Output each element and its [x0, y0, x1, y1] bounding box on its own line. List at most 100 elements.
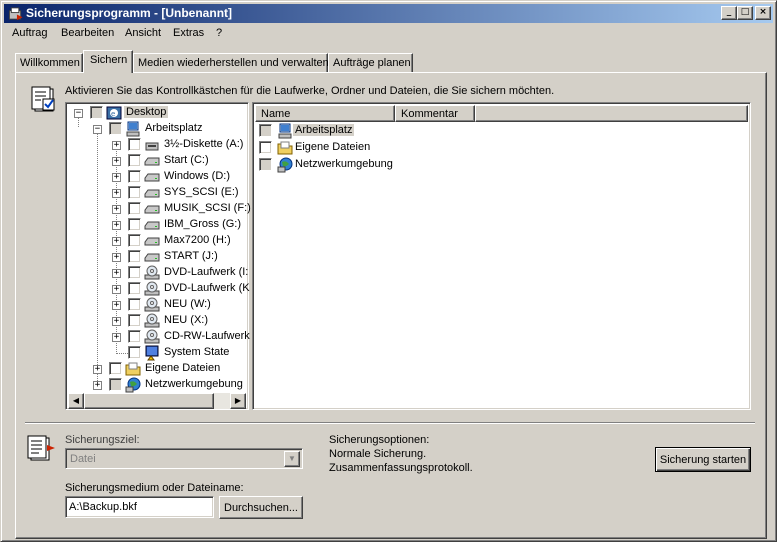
cd-icon	[144, 329, 160, 344]
expand-toggle[interactable]: +	[112, 205, 121, 214]
tree-item-label: DVD-Laufwerk (I:	[164, 266, 249, 278]
section-divider	[25, 422, 755, 424]
expand-toggle[interactable]: +	[112, 301, 121, 310]
tree-item-drive[interactable]: + NEU (W:)	[66, 297, 246, 313]
chevron-down-icon[interactable]: ▼	[284, 451, 300, 467]
tree-item-drive[interactable]: + SYS_SCSI (E:)	[66, 185, 246, 201]
media-filename-input[interactable]: A:\Backup.bkf	[65, 496, 214, 518]
tree-item-drive[interactable]: + NEU (X:)	[66, 313, 246, 329]
tree-item-label: DVD-Laufwerk (K	[164, 282, 250, 294]
tree-checkbox[interactable]	[128, 138, 141, 151]
collapse-toggle[interactable]: −	[74, 109, 83, 118]
expand-toggle[interactable]: +	[112, 285, 121, 294]
menu-bearbeiten[interactable]: Bearbeiten	[61, 27, 114, 39]
tree-item-drive[interactable]: + Start (C:)	[66, 153, 246, 169]
target-select[interactable]: Datei ▼	[65, 448, 303, 469]
menu-auftrag[interactable]: Auftrag	[12, 27, 47, 39]
tree-item-drive[interactable]: +3½-Diskette (A:)	[66, 137, 246, 153]
tree-checkbox[interactable]	[128, 154, 141, 167]
tree-checkbox[interactable]	[128, 218, 141, 231]
tab-medien-wiederherstellen[interactable]: Medien wiederherstellen und verwalten	[133, 53, 329, 73]
tree-checkbox[interactable]	[128, 346, 141, 359]
backup-window: Sicherungsprogramm - [Unbenannt] _ □ × A…	[0, 0, 777, 542]
tree-item-drive[interactable]: + CD-RW-Laufwerk	[66, 329, 250, 345]
tab-sichern[interactable]: Sichern	[83, 50, 133, 73]
tree-item-drive[interactable]: + START (J:)	[66, 249, 246, 265]
cd-icon	[144, 281, 160, 296]
expand-toggle[interactable]: +	[112, 157, 121, 166]
tree-checkbox[interactable]	[128, 170, 141, 183]
expand-toggle[interactable]: +	[112, 237, 121, 246]
tab-willkommen[interactable]: Willkommen	[15, 53, 83, 73]
tree-item-drive[interactable]: System State	[66, 345, 246, 361]
tree-item-label: MUSIK_SCSI (F:)	[164, 202, 251, 214]
collapse-toggle[interactable]: −	[93, 125, 102, 134]
expand-toggle[interactable]: +	[112, 141, 121, 150]
tree-item-drive[interactable]: + Windows (D:)	[66, 169, 246, 185]
menu-help[interactable]: ?	[216, 27, 222, 39]
scroll-right-button[interactable]: ▶	[230, 393, 246, 409]
tree-checkbox[interactable]	[128, 266, 141, 279]
tree-view[interactable]: − e Desktop − Arbeitsplatz +3½-Diskette …	[65, 102, 251, 410]
expand-toggle[interactable]: +	[112, 221, 121, 230]
tree-checkbox[interactable]	[128, 250, 141, 263]
tree-checkbox[interactable]	[128, 186, 141, 199]
expand-toggle[interactable]: +	[112, 317, 121, 326]
tree-item-label: SYS_SCSI (E:)	[164, 186, 239, 198]
computer-icon	[278, 123, 292, 139]
tree-item-eigene-dateien[interactable]: + Eigene Dateien	[66, 361, 246, 377]
list-checkbox[interactable]	[259, 158, 272, 171]
tree-item-drive[interactable]: + MUSIK_SCSI (F:)	[66, 201, 251, 217]
start-backup-button[interactable]: Sicherung starten	[655, 447, 751, 472]
scroll-thumb[interactable]	[84, 393, 214, 409]
tree-checkbox[interactable]	[109, 378, 122, 391]
tree-checkbox[interactable]	[128, 282, 141, 295]
maximize-button[interactable]: □	[737, 6, 753, 20]
tree-connector	[116, 353, 128, 354]
tree-checkbox[interactable]	[109, 362, 122, 375]
cd-icon	[144, 265, 160, 280]
menu-ansicht[interactable]: Ansicht	[125, 27, 161, 39]
expand-toggle[interactable]: +	[93, 365, 102, 374]
tree-item-desktop[interactable]: − e Desktop	[66, 105, 246, 121]
tree-item-arbeitsplatz[interactable]: − Arbeitsplatz	[66, 121, 246, 137]
close-button[interactable]: ×	[755, 6, 771, 20]
expand-toggle[interactable]: +	[93, 381, 102, 390]
tab-auftraege-planen[interactable]: Aufträge planen	[328, 53, 413, 73]
tree-checkbox[interactable]	[109, 122, 122, 135]
list-item-netzwerkumgebung[interactable]: Netzwerkumgebung	[257, 157, 457, 173]
tree-checkbox[interactable]	[128, 298, 141, 311]
tree-checkbox[interactable]	[128, 202, 141, 215]
scroll-left-button[interactable]: ◀	[68, 393, 84, 409]
minimize-button[interactable]: _	[721, 6, 737, 20]
svg-text:e: e	[111, 110, 115, 118]
tree-item-drive[interactable]: + DVD-Laufwerk (I:	[66, 265, 249, 281]
drive-icon	[144, 237, 160, 246]
tree-checkbox[interactable]	[128, 330, 141, 343]
target-select-value: Datei	[70, 453, 96, 465]
folder-icon	[277, 141, 293, 155]
expand-toggle[interactable]: +	[112, 269, 121, 278]
title-bar[interactable]: Sicherungsprogramm - [Unbenannt] _ □ ×	[4, 4, 773, 23]
list-checkbox[interactable]	[259, 141, 272, 154]
list-checkbox[interactable]	[259, 124, 272, 137]
expand-toggle[interactable]: +	[112, 173, 121, 182]
file-list-view[interactable]: Name Kommentar Arbeitsplatz Eigene Datei…	[252, 102, 751, 410]
expand-toggle[interactable]: +	[112, 253, 121, 262]
column-header-kommentar[interactable]: Kommentar	[395, 105, 475, 122]
tree-item-drive[interactable]: + IBM_Gross (G:)	[66, 217, 246, 233]
tree-checkbox[interactable]	[128, 314, 141, 327]
list-item-eigene-dateien[interactable]: Eigene Dateien	[257, 140, 457, 156]
tree-item-netzwerkumgebung[interactable]: + Netzwerkumgebung	[66, 377, 246, 393]
tree-checkbox[interactable]	[90, 106, 103, 119]
column-header-name[interactable]: Name	[255, 105, 395, 122]
browse-button[interactable]: Durchsuchen...	[219, 496, 303, 519]
expand-toggle[interactable]: +	[112, 333, 121, 342]
expand-toggle[interactable]: +	[112, 189, 121, 198]
tree-horizontal-scrollbar[interactable]: ◀ ▶	[68, 393, 246, 409]
tree-item-drive[interactable]: + Max7200 (H:)	[66, 233, 246, 249]
tree-checkbox[interactable]	[128, 234, 141, 247]
list-item-arbeitsplatz[interactable]: Arbeitsplatz	[257, 123, 457, 139]
tree-item-drive[interactable]: + DVD-Laufwerk (K	[66, 281, 250, 297]
menu-extras[interactable]: Extras	[173, 27, 204, 39]
